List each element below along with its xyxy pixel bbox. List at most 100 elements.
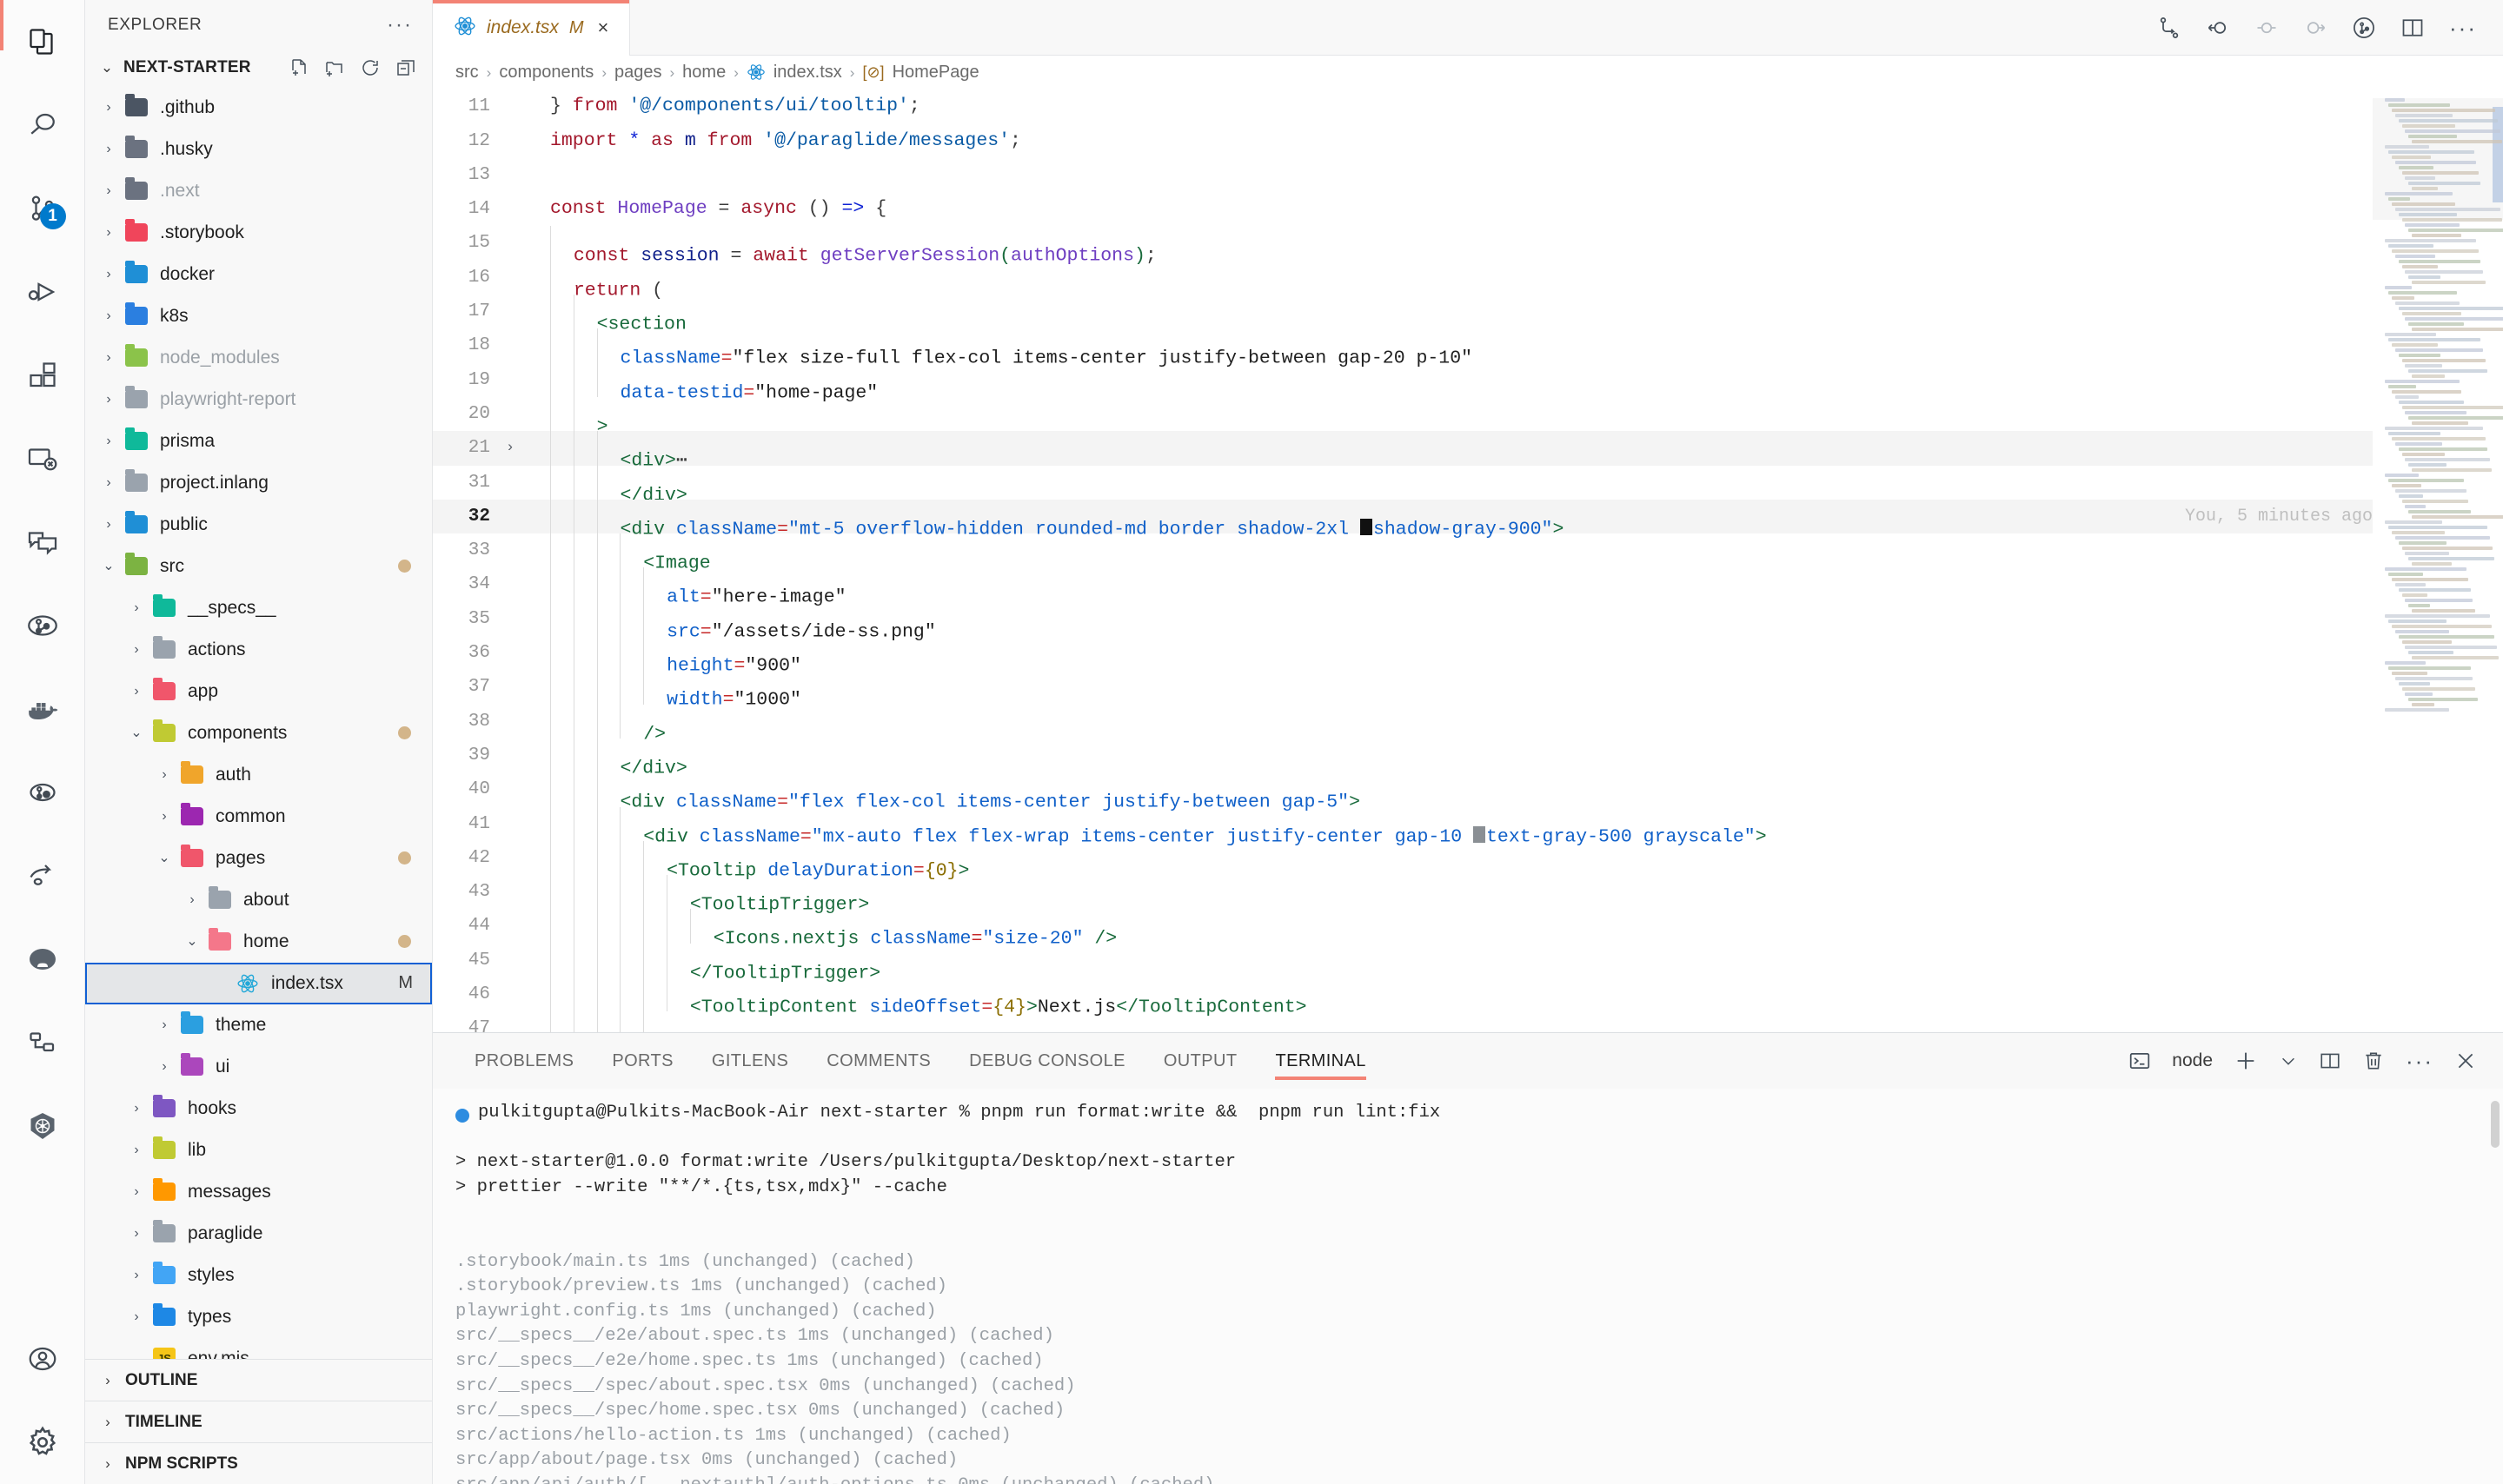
more-actions-icon[interactable]: ··· <box>2406 1050 2433 1072</box>
chevron-right-icon[interactable]: › <box>96 434 122 448</box>
activity-item-test-explorer[interactable] <box>0 751 85 834</box>
chevron-right-icon[interactable]: › <box>151 1059 177 1074</box>
minimap[interactable] <box>2373 89 2503 1032</box>
tree-item-prisma[interactable]: › prisma <box>85 421 432 462</box>
tree-item-about[interactable]: › about <box>85 879 432 921</box>
split-terminal-icon[interactable] <box>2319 1050 2341 1072</box>
activity-item-manage[interactable] <box>0 1401 85 1484</box>
chevron-right-icon[interactable]: › <box>96 517 122 532</box>
activity-item-source-control[interactable]: 1 <box>0 167 85 250</box>
activity-item-accounts[interactable] <box>0 1317 85 1401</box>
new-file-icon[interactable] <box>289 57 309 78</box>
code-line[interactable]: 12 import * as m from '@/paraglide/messag… <box>433 124 2373 158</box>
chevron-right-icon[interactable]: › <box>123 1268 149 1282</box>
tree-item-public[interactable]: › public <box>85 504 432 546</box>
gitlens-inspect-icon[interactable] <box>2352 16 2376 40</box>
code-line[interactable]: 21 › <div>⋯ <box>433 431 2373 472</box>
tab-index-tsx[interactable]: index.tsx M × <box>433 0 631 56</box>
fold-chevron-icon[interactable]: › <box>495 431 525 465</box>
code-line[interactable]: 32 <div className="mt-5 overflow-hidden … <box>433 499 2373 540</box>
code-line[interactable]: 45 </TooltipTrigger> <box>433 943 2373 984</box>
refresh-icon[interactable] <box>360 57 381 78</box>
code-line[interactable]: 47 </Tooltip> <box>433 1011 2373 1032</box>
chevron-right-icon[interactable]: › <box>123 1309 149 1324</box>
explorer-more-icon[interactable]: ··· <box>387 14 413 35</box>
code-line[interactable]: 20 > <box>433 396 2373 437</box>
sidebar-section-npm-scripts[interactable]: › NPM SCRIPTS <box>85 1442 432 1484</box>
chevron-right-icon[interactable]: › <box>96 267 122 282</box>
tree-item-project-inlang[interactable]: › project.inlang <box>85 462 432 504</box>
panel-tab-ports[interactable]: PORTS <box>593 1033 693 1089</box>
tree-item--specs-[interactable]: › __specs__ <box>85 587 432 629</box>
tree-item-paraglide[interactable]: › paraglide <box>85 1213 432 1255</box>
current-change-icon[interactable] <box>2254 16 2279 40</box>
tree-item-pages[interactable]: ⌄ pages <box>85 838 432 879</box>
tree-item-home[interactable]: ⌄ home <box>85 921 432 963</box>
code-line[interactable]: 38 /> <box>433 704 2373 745</box>
tree-item--husky[interactable]: › .husky <box>85 129 432 170</box>
tree-item-theme[interactable]: › theme <box>85 1004 432 1046</box>
panel-tab-debug-console[interactable]: DEBUG CONSOLE <box>950 1033 1145 1089</box>
breadcrumb-segment[interactable]: src <box>455 63 479 83</box>
chevron-right-icon[interactable]: › <box>151 809 177 824</box>
terminal-icon[interactable] <box>2128 1050 2151 1072</box>
new-folder-icon[interactable] <box>324 57 345 78</box>
code-editor[interactable]: 11} from '@/components/ui/tooltip'; 12 imp… <box>433 89 2373 1032</box>
chevron-down-icon[interactable] <box>2279 1051 2298 1070</box>
split-editor-icon[interactable] <box>2400 16 2425 40</box>
tree-item-components[interactable]: ⌄ components <box>85 712 432 754</box>
tree-item-k8s[interactable]: › k8s <box>85 295 432 337</box>
chevron-right-icon[interactable]: › <box>96 100 122 115</box>
tree-item-src[interactable]: ⌄ src <box>85 546 432 587</box>
code-line[interactable]: 35 src="/assets/ide-ss.png" <box>433 601 2373 642</box>
chevron-right-icon[interactable]: › <box>96 142 122 156</box>
chevron-right-icon[interactable]: › <box>96 350 122 365</box>
code-line[interactable]: 43 <TooltipTrigger> <box>433 875 2373 915</box>
tree-item--storybook[interactable]: › .storybook <box>85 212 432 254</box>
activity-item-explorer[interactable] <box>0 0 85 83</box>
chevron-right-icon[interactable]: › <box>123 1184 149 1199</box>
panel-tab-problems[interactable]: PROBLEMS <box>455 1033 593 1089</box>
tree-item-auth[interactable]: › auth <box>85 754 432 796</box>
chevron-down-icon[interactable]: ⌄ <box>179 934 205 949</box>
activity-item-remote-explorer[interactable] <box>0 417 85 500</box>
tree-item-actions[interactable]: › actions <box>85 629 432 671</box>
sidebar-section-outline[interactable]: › OUTLINE <box>85 1359 432 1401</box>
tree-item-node-modules[interactable]: › node_modules <box>85 337 432 379</box>
activity-item-dependency-graph[interactable] <box>0 1001 85 1084</box>
project-root-header[interactable]: ⌄ NEXT-STARTER <box>85 50 432 85</box>
chevron-right-icon[interactable]: › <box>96 225 122 240</box>
code-line[interactable]: 36 height="900" <box>433 636 2373 676</box>
code-line[interactable]: 37 width="1000" <box>433 670 2373 711</box>
tree-item-lib[interactable]: › lib <box>85 1130 432 1171</box>
tree-item-hooks[interactable]: › hooks <box>85 1088 432 1130</box>
chevron-right-icon[interactable]: › <box>123 600 149 615</box>
chevron-down-icon[interactable]: ⌄ <box>96 59 118 76</box>
code-line[interactable]: 18 className="flex size-full flex-col it… <box>433 328 2373 369</box>
breadcrumb-segment[interactable]: components <box>499 63 594 83</box>
code-line[interactable]: 44 <Icons.nextjs className="size-20" /> <box>433 909 2373 950</box>
chevron-right-icon[interactable]: › <box>151 767 177 782</box>
chevron-right-icon[interactable]: › <box>96 308 122 323</box>
chevron-right-icon[interactable]: › <box>96 475 122 490</box>
tree-item-common[interactable]: › common <box>85 796 432 838</box>
activity-item-kubernetes[interactable] <box>0 1084 85 1168</box>
chevron-down-icon[interactable]: ⌄ <box>96 559 122 573</box>
compare-changes-icon[interactable] <box>2157 16 2181 40</box>
chevron-right-icon[interactable]: › <box>123 642 149 657</box>
tree-item--github[interactable]: › .github <box>85 87 432 129</box>
new-terminal-icon[interactable] <box>2234 1049 2258 1073</box>
chevron-right-icon[interactable]: › <box>151 1017 177 1032</box>
chevron-right-icon[interactable]: › <box>97 1372 118 1389</box>
terminal-name[interactable]: node <box>2172 1050 2213 1071</box>
close-icon[interactable]: × <box>594 18 613 37</box>
terminal-output[interactable]: pulkitgupta@Pulkits-MacBook-Air next-sta… <box>433 1089 2503 1484</box>
breadcrumb-segment[interactable]: index.tsx <box>773 63 842 83</box>
code-line[interactable]: 16 return ( <box>433 260 2373 301</box>
panel-tab-output[interactable]: OUTPUT <box>1145 1033 1257 1089</box>
chevron-right-icon[interactable]: › <box>97 1455 118 1473</box>
code-line[interactable]: 34 alt="here-image" <box>433 567 2373 608</box>
tree-item-playwright-report[interactable]: › playwright-report <box>85 379 432 421</box>
tree-item-types[interactable]: › types <box>85 1296 432 1338</box>
code-line[interactable]: 40 <div className="flex flex-col items-c… <box>433 772 2373 813</box>
